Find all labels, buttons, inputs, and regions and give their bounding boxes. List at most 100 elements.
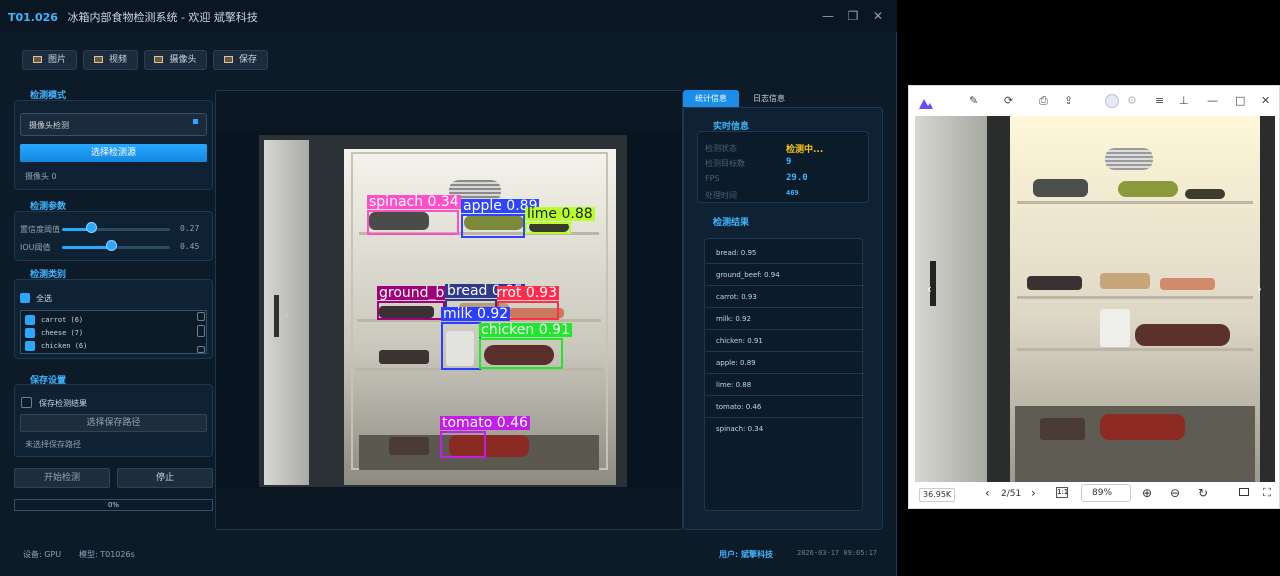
class-list-scrollbar[interactable] [197,312,205,353]
save-button-label: 保存 [238,55,257,65]
prev-image-icon[interactable]: ‹ [927,282,932,296]
class-list: carrot (6) cheese (7) chicken (6) [20,310,207,354]
zoom-in-icon[interactable]: ⊕ [1142,486,1152,500]
detection-box-milk: milk 0.92 [441,307,511,370]
result-item[interactable]: bread: 0.95 [706,242,864,264]
photo-apple [1118,181,1178,197]
result-item[interactable]: ground_beef: 0.94 [706,264,864,286]
result-item[interactable]: chicken: 0.91 [706,330,864,352]
stat-key-time: 处理时间 [705,191,737,200]
class-label-carrot: carrot (6) [41,316,84,324]
detection-label-tomato: tomato 0.46 [440,415,530,431]
select-all-checkbox[interactable] [20,293,30,303]
next-image-icon[interactable]: › [1257,282,1262,296]
close-button[interactable]: ✕ [869,7,887,25]
user-status: 用户: 斌擎科技 [719,550,773,559]
save-result-checkbox[interactable] [21,397,32,408]
maximize-icon[interactable]: □ [1235,94,1245,107]
actual-size-icon[interactable]: 1:1 [1056,487,1068,498]
maximize-button[interactable]: ❐ [844,7,862,25]
choose-path-button[interactable]: 选择保存路径 [20,414,207,432]
detection-label-milk: milk 0.92 [441,306,511,322]
class-checkbox-carrot[interactable] [25,315,35,325]
next-page-icon[interactable]: › [1031,486,1036,500]
title-bar: T01.026 冰箱内部食物检测系统 - 欢迎 斌擎科技 — ❐ ✕ [0,0,897,32]
tab-stats[interactable]: 统计信息 [683,90,739,107]
pin-icon[interactable]: ⊥ [1179,94,1189,107]
results-title: 检测结果 [713,218,750,228]
fullscreen-icon[interactable]: ⛶ [1263,486,1271,500]
image-button-label: 图片 [47,55,66,65]
video-button[interactable]: 视频 [83,50,138,70]
photo-spinach [1033,179,1088,197]
chevron-right-icon[interactable]: › [592,310,602,326]
rotate-image-icon[interactable]: ↻ [1198,486,1208,500]
rotate-icon[interactable]: ⟳ [1004,94,1013,107]
minimize-button[interactable]: — [819,7,837,25]
progress-bar: 0% [14,499,213,511]
camera-icon [154,56,164,63]
results-list: bread: 0.95 ground_beef: 0.94 carrot: 0.… [704,238,864,511]
select-source-button[interactable]: 选择检测源 [20,144,207,162]
detection-box-lime: lime 0.88 [525,207,595,234]
camera-button[interactable]: 摄像头 [144,50,207,70]
print-icon[interactable]: ⎙ [1039,94,1048,108]
tab-log[interactable]: 日志信息 [741,90,797,107]
detection-frame: spinach 0.34 apple 0.89 lime 0.88 ground… [259,135,627,487]
detection-label-lime: lime 0.88 [525,206,595,222]
photo-carrot [1160,278,1215,290]
detection-label-spinach: spinach 0.34 [367,194,461,210]
stop-button[interactable]: 停止 [117,468,213,488]
result-item[interactable]: lime: 0.88 [706,374,864,396]
edit-icon[interactable]: ✎ [969,94,978,107]
fridge-handle [274,295,279,337]
result-item[interactable]: carrot: 0.93 [706,286,864,308]
settings-icon[interactable]: ⚙ [1127,94,1137,107]
class-checkbox-chicken[interactable] [25,341,35,351]
stat-key-count: 检测目标数 [705,159,745,168]
mode-select[interactable]: 摄像头检测 [20,113,207,136]
stat-value-count: 9 [786,157,792,167]
image-icon [32,56,42,63]
detection-box-tomato: tomato 0.46 [440,416,530,458]
path-status: 未选择保存路径 [25,440,81,449]
conf-slider[interactable] [86,222,97,233]
close-icon[interactable]: ✕ [1261,94,1270,107]
model-status: 模型: T01026s [79,550,135,559]
image-viewer-window: ✎ ⟳ ⎙ ⇪ ⚙ ≡ ⊥ — □ ✕ ‹ › 36.95K ‹ 2/51 › … [908,85,1280,509]
share-icon[interactable]: ⇪ [1064,94,1073,107]
class-label-cheese: cheese (7) [41,329,84,337]
result-item[interactable]: tomato: 0.46 [706,396,864,418]
result-item[interactable]: milk: 0.92 [706,308,864,330]
result-item[interactable]: apple: 0.89 [706,352,864,374]
zoom-select[interactable]: 89% [1081,484,1131,502]
mode-select-value: 摄像头检测 [29,121,69,130]
chevron-left-icon[interactable]: ‹ [285,310,295,326]
params-panel [14,211,213,261]
iou-label: IOU阈值 [20,243,51,252]
iou-slider[interactable] [106,240,117,251]
datetime-status: 2026-03-17 09:05:17 [797,549,878,557]
conf-value: 0.27 [180,224,200,233]
stat-value-fps: 29.0 [786,173,808,183]
save-button[interactable]: 保存 [213,50,268,70]
slideshow-icon[interactable] [1239,488,1249,496]
detection-box-ground-beef: ground_beef 0.94 [377,286,445,320]
app-code: T01.026 [8,11,58,24]
detection-app-window: T01.026 冰箱内部食物检测系统 - 欢迎 斌擎科技 — ❐ ✕ 图片 视频… [0,0,897,576]
menu-icon[interactable]: ≡ [1155,94,1164,107]
photo-tomato [1100,414,1185,440]
stat-value-status: 检测中... [786,145,824,155]
result-item[interactable]: spinach: 0.34 [706,418,864,440]
zoom-out-icon[interactable]: ⊖ [1170,486,1180,500]
avatar[interactable] [1105,94,1119,108]
start-detection-button[interactable]: 开始检测 [14,468,110,488]
class-checkbox-cheese[interactable] [25,328,35,338]
photo-vent [1105,148,1153,170]
video-icon [93,56,103,63]
minimize-icon[interactable]: — [1207,94,1218,107]
app-logo-icon [919,94,933,109]
detection-label-chicken: chicken 0.91 [479,322,572,338]
prev-page-icon[interactable]: ‹ [985,486,990,500]
image-button[interactable]: 图片 [22,50,77,70]
